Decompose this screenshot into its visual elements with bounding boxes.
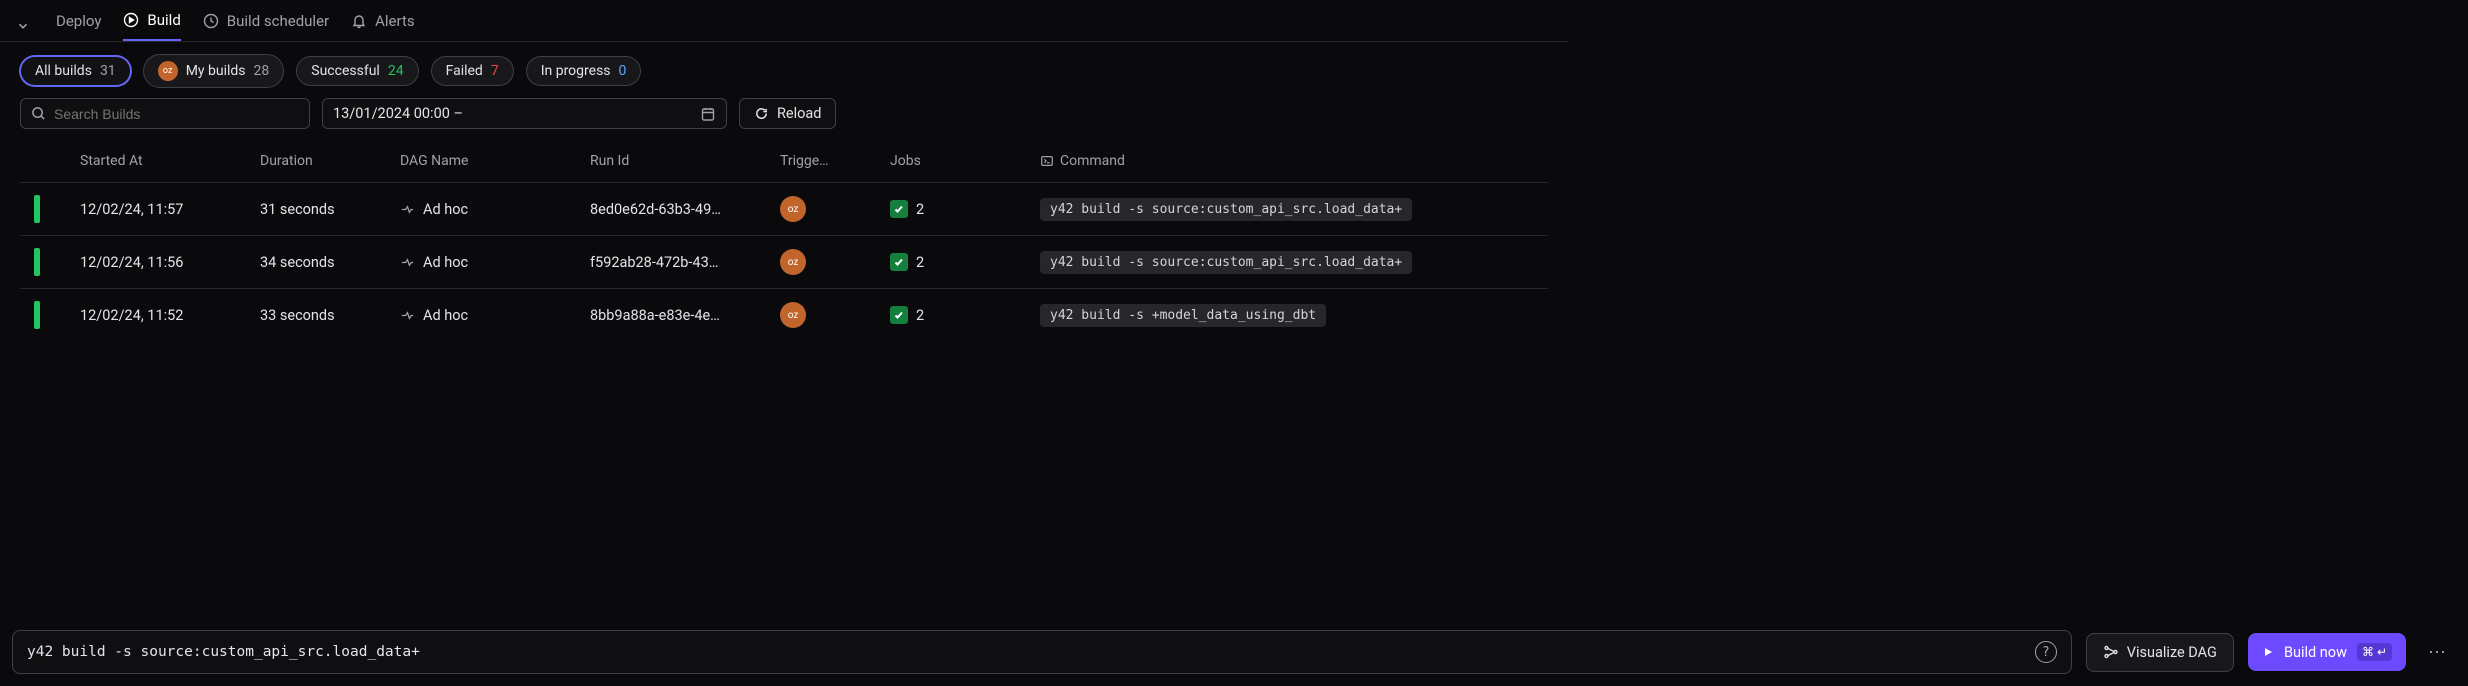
status-indicator (34, 301, 40, 329)
col-trigger: Trigge… (780, 153, 890, 169)
tab-deploy-label: Deploy (56, 12, 101, 30)
avatar: oz (780, 196, 806, 222)
cell-started: 12/02/24, 11:57 (80, 201, 260, 218)
date-range-picker[interactable]: 13/01/2024 00:00 – (322, 98, 727, 129)
cell-runid: 8ed0e62d-63b3-49… (590, 201, 760, 218)
reload-icon (754, 106, 769, 121)
check-icon (890, 253, 908, 271)
cell-dag: Ad hoc (400, 307, 590, 324)
reload-label: Reload (777, 105, 821, 122)
cell-dag: Ad hoc (400, 254, 590, 271)
filter-all-count: 31 (100, 63, 116, 79)
filter-all-builds[interactable]: All builds 31 (20, 56, 131, 86)
col-duration: Duration (260, 153, 400, 169)
cell-runid: f592ab28-472b-43… (590, 254, 760, 271)
cell-runid: 8bb9a88a-e83e-4e… (590, 307, 760, 324)
status-indicator (34, 195, 40, 223)
tab-alerts-label: Alerts (375, 12, 415, 30)
cell-trigger: oz (780, 302, 890, 328)
calendar-icon (700, 106, 716, 122)
builds-table: Started At Duration DAG Name Run Id Trig… (0, 141, 1568, 341)
filter-inprogress-label: In progress (541, 63, 611, 79)
col-command: Command (1040, 153, 1548, 169)
play-circle-icon (123, 12, 139, 28)
cell-command: y42 build -s source:custom_api_src.load_… (1040, 251, 1548, 274)
cell-started: 12/02/24, 11:56 (80, 254, 260, 271)
filter-failed[interactable]: Failed 7 (431, 56, 514, 86)
adhoc-icon (400, 202, 415, 217)
chevron-down-icon[interactable] (16, 19, 34, 33)
cell-jobs: 2 (890, 253, 1040, 271)
search-input[interactable] (54, 106, 299, 122)
cell-trigger: oz (780, 196, 890, 222)
filter-successful[interactable]: Successful 24 (296, 56, 418, 86)
play-icon (2262, 646, 2274, 658)
table-row[interactable]: 12/02/24, 11:57 31 seconds Ad hoc 8ed0e6… (20, 182, 1548, 235)
help-icon[interactable]: ? (2035, 641, 2057, 663)
search-icon (31, 106, 46, 121)
dag-graph-icon (2103, 644, 2119, 660)
shortcut-badge: ⌘ ↵ (2357, 643, 2392, 661)
check-icon (890, 200, 908, 218)
bottom-bar: y42 build -s source:custom_api_src.load_… (8, 626, 2460, 678)
filter-my-count: 28 (254, 63, 270, 79)
tab-deploy[interactable]: Deploy (56, 12, 101, 40)
filter-all-label: All builds (35, 63, 92, 79)
date-value: 13/01/2024 00:00 – (333, 105, 463, 122)
status-indicator (34, 248, 40, 276)
cell-duration: 31 seconds (260, 201, 400, 218)
build-now-button[interactable]: Build now ⌘ ↵ (2248, 633, 2406, 671)
tab-build[interactable]: Build (123, 11, 180, 41)
cell-jobs: 2 (890, 200, 1040, 218)
filter-successful-label: Successful (311, 63, 380, 79)
adhoc-icon (400, 255, 415, 270)
bell-icon (351, 13, 367, 29)
terminal-icon (1040, 154, 1054, 168)
avatar: oz (780, 302, 806, 328)
tab-scheduler[interactable]: Build scheduler (203, 12, 329, 40)
cell-started: 12/02/24, 11:52 (80, 307, 260, 324)
controls-row: 13/01/2024 00:00 – Reload (0, 98, 1568, 141)
more-menu[interactable]: ⋯ (2420, 642, 2456, 663)
visualize-label: Visualize DAG (2127, 644, 2217, 661)
table-row[interactable]: 12/02/24, 11:52 33 seconds Ad hoc 8bb9a8… (20, 288, 1548, 341)
col-runid: Run Id (590, 153, 780, 169)
col-jobs: Jobs (890, 153, 1040, 169)
clock-icon (203, 13, 219, 29)
col-dag: DAG Name (400, 153, 590, 169)
filter-inprogress-count: 0 (619, 63, 627, 79)
filter-my-builds[interactable]: oz My builds 28 (143, 54, 285, 88)
build-now-label: Build now (2284, 644, 2347, 661)
cell-jobs: 2 (890, 306, 1040, 324)
filter-failed-label: Failed (446, 63, 483, 79)
filter-in-progress[interactable]: In progress 0 (526, 56, 642, 86)
visualize-dag-button[interactable]: Visualize DAG (2086, 633, 2234, 672)
tab-build-label: Build (147, 11, 180, 29)
cell-command: y42 build -s source:custom_api_src.load_… (1040, 198, 1548, 221)
filter-successful-count: 24 (388, 63, 404, 79)
table-header: Started At Duration DAG Name Run Id Trig… (20, 141, 1548, 182)
table-row[interactable]: 12/02/24, 11:56 34 seconds Ad hoc f592ab… (20, 235, 1548, 288)
filter-failed-count: 7 (491, 63, 499, 79)
cell-duration: 34 seconds (260, 254, 400, 271)
search-builds[interactable] (20, 98, 310, 129)
filter-my-label: My builds (186, 63, 246, 79)
check-icon (890, 306, 908, 324)
col-started: Started At (80, 153, 260, 169)
top-tabs: Deploy Build Build scheduler Alerts (0, 0, 1568, 42)
cell-duration: 33 seconds (260, 307, 400, 324)
tab-scheduler-label: Build scheduler (227, 12, 329, 30)
command-input[interactable]: y42 build -s source:custom_api_src.load_… (12, 630, 2072, 674)
filter-bar: All builds 31 oz My builds 28 Successful… (0, 42, 1568, 98)
cell-trigger: oz (780, 249, 890, 275)
tab-alerts[interactable]: Alerts (351, 12, 415, 40)
avatar: oz (780, 249, 806, 275)
cell-command: y42 build -s +model_data_using_dbt (1040, 304, 1548, 327)
adhoc-icon (400, 308, 415, 323)
cell-dag: Ad hoc (400, 201, 590, 218)
reload-button[interactable]: Reload (739, 98, 836, 129)
avatar: oz (158, 61, 178, 81)
command-input-value: y42 build -s source:custom_api_src.load_… (27, 644, 420, 660)
